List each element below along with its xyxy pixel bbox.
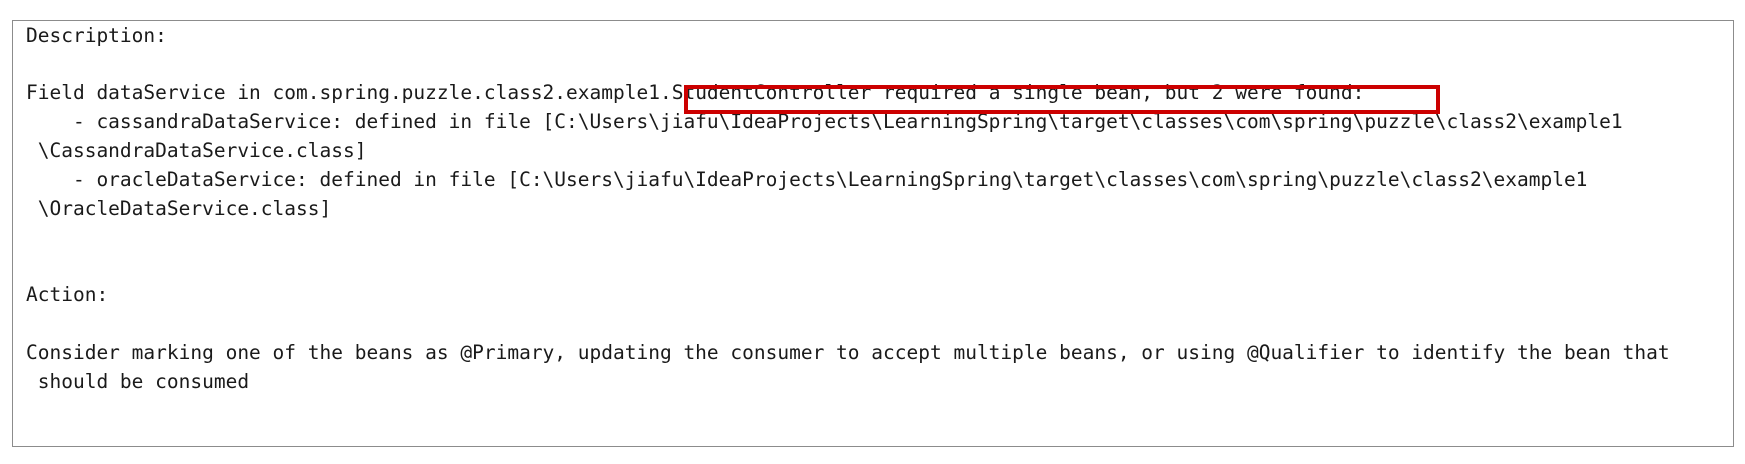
action-label: Action: xyxy=(26,283,109,306)
action-advice-line-continued: should be consumed xyxy=(26,370,250,393)
console-output-panel: Description: Field dataService in com.sp… xyxy=(12,20,1734,447)
highlight-annotation-box xyxy=(684,85,1440,114)
bean-oracle-line-continued: \OracleDataService.class] xyxy=(26,197,332,220)
bean-cassandra-line-continued: \CassandraDataService.class] xyxy=(26,139,367,162)
bean-oracle-line: - oracleDataService: defined in file [C:… xyxy=(26,168,1588,191)
field-error-prefix: Field dataService in com.spring.puzzle.c… xyxy=(26,81,660,104)
description-label: Description: xyxy=(26,24,167,47)
action-advice-line: Consider marking one of the beans as @Pr… xyxy=(26,341,1670,364)
